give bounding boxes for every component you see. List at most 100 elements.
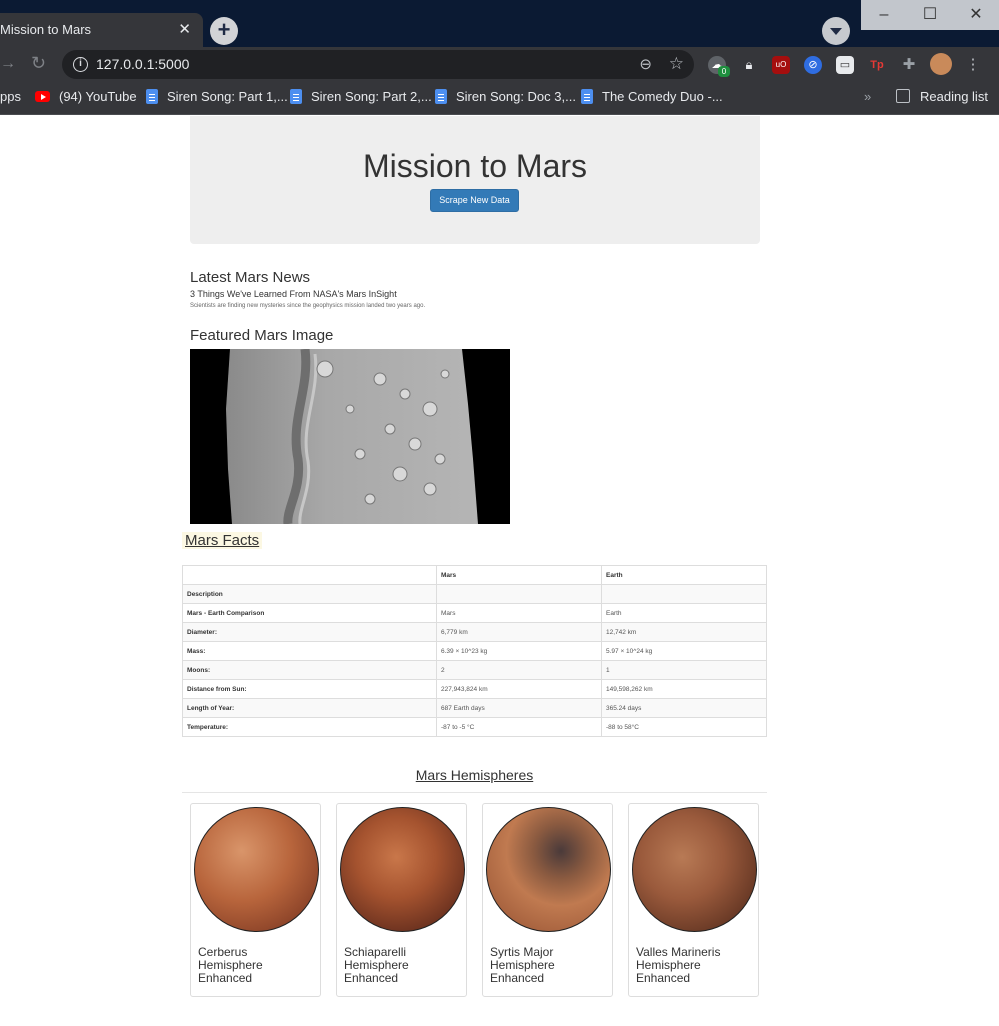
window-close-button[interactable]: ✕ xyxy=(953,0,999,30)
hemisphere-card-schiaparelli[interactable]: Schiaparelli Hemisphere Enhanced xyxy=(336,803,467,997)
table-cell: Distance from Sun: xyxy=(182,679,437,699)
table-cell: Mars xyxy=(436,603,602,623)
ublock-icon[interactable]: uO xyxy=(772,56,790,74)
bookmarks-overflow[interactable]: » xyxy=(864,89,871,104)
table-cell: Moons: xyxy=(182,660,437,680)
table-row: Moons: 2 1 xyxy=(182,660,767,680)
table-header: Mars xyxy=(436,565,602,585)
close-icon[interactable]: ✕ xyxy=(178,20,191,38)
youtube-icon xyxy=(35,91,50,102)
news-heading: Latest Mars News xyxy=(190,269,311,286)
table-header-row: Mars Earth xyxy=(182,565,767,585)
table-cell: 2 xyxy=(436,660,602,680)
table-cell: 1 xyxy=(601,660,767,680)
hemisphere-image[interactable] xyxy=(486,807,611,932)
forward-arrow-icon[interactable]: → xyxy=(0,55,16,73)
extension-badge: 0 xyxy=(718,66,730,77)
mars-facts-heading: Mars Facts xyxy=(182,532,263,549)
hemisphere-title: Syrtis Major Hemisphere Enhanced xyxy=(490,945,555,985)
table-row: Distance from Sun: 227,943,824 km 149,598,… xyxy=(182,679,767,699)
doc-icon xyxy=(290,89,302,104)
table-cell: 687 Earth days xyxy=(436,698,602,718)
lock-extension-icon[interactable]: 🔒︎ xyxy=(740,56,758,74)
scrape-button[interactable]: Scrape New Data xyxy=(430,189,519,212)
zoom-icon[interactable]: ⊖ xyxy=(639,55,652,73)
tab-title: Mission to Mars xyxy=(0,22,92,37)
doc-icon xyxy=(581,89,593,104)
hemisphere-card-valles-marineris[interactable]: Valles Marineris Hemisphere Enhanced xyxy=(628,803,759,997)
maximize-button[interactable]: ☐ xyxy=(907,0,953,30)
bookmark-star-icon[interactable]: ☆ xyxy=(669,54,684,74)
table-cell: 227,943,824 km xyxy=(436,679,602,699)
tab-search-icon[interactable] xyxy=(822,17,850,45)
news-title: 3 Things We've Learned From NASA's Mars … xyxy=(190,289,397,299)
extensions-puzzle-icon[interactable]: ✚ xyxy=(900,56,918,74)
table-cell xyxy=(436,584,602,604)
browser-toolbar: → ↻ i 127.0.0.1:5000 ⊖ ☆ ☁ 0 🔒︎ uO ⊘ ▭ T… xyxy=(0,47,999,82)
address-bar[interactable]: i 127.0.0.1:5000 ⊖ ☆ xyxy=(62,50,694,79)
table-cell: 149,598,262 km xyxy=(601,679,767,699)
table-row: Description xyxy=(182,584,767,604)
table-header: Earth xyxy=(601,565,767,585)
table-cell: Mass: xyxy=(182,641,437,661)
table-row: Mars - Earth Comparison Mars Earth xyxy=(182,603,767,623)
table-cell: Length of Year: xyxy=(182,698,437,718)
screen-extension-icon[interactable]: ▭ xyxy=(836,56,854,74)
doc-icon xyxy=(146,89,158,104)
tab-mission-to-mars[interactable]: Mission to Mars ✕ xyxy=(0,13,203,47)
mars-facts-table: Mars Earth Description Mars - Earth Comp… xyxy=(182,565,767,737)
table-header xyxy=(182,565,437,585)
hemisphere-title: Cerberus Hemisphere Enhanced xyxy=(198,945,263,985)
bookmark-siren-song-1[interactable]: Siren Song: Part 1,... xyxy=(146,89,288,104)
reading-list-icon xyxy=(896,89,910,103)
table-cell: Description xyxy=(182,584,437,604)
page-content: Mission to Mars Scrape New Data Latest M… xyxy=(0,116,999,1026)
table-cell: -88 to 58°C xyxy=(601,717,767,737)
table-cell: 6.39 × 10^23 kg xyxy=(436,641,602,661)
hemisphere-image[interactable] xyxy=(194,807,319,932)
browser-titlebar: Mission to Mars ✕ + – ☐ ✕ xyxy=(0,0,999,47)
table-cell: Temperature: xyxy=(182,717,437,737)
featured-image-heading: Featured Mars Image xyxy=(190,327,334,344)
bookmark-siren-song-3[interactable]: Siren Song: Doc 3,... xyxy=(435,89,576,104)
table-cell: Mars - Earth Comparison xyxy=(182,603,437,623)
bookmark-apps[interactable]: pps xyxy=(0,89,21,104)
table-cell: -87 to -5 °C xyxy=(436,717,602,737)
table-cell: 365.24 days xyxy=(601,698,767,718)
table-cell: Diameter: xyxy=(182,622,437,642)
minimize-button[interactable]: – xyxy=(861,0,907,30)
new-tab-button[interactable]: + xyxy=(210,17,238,45)
hemisphere-image[interactable] xyxy=(340,807,465,932)
profile-avatar[interactable] xyxy=(930,53,952,75)
tp-extension-icon[interactable]: Tp xyxy=(868,56,886,74)
reading-list[interactable]: Reading list xyxy=(896,89,988,104)
page-title: Mission to Mars xyxy=(362,148,588,184)
table-row: Mass: 6.39 × 10^23 kg 5.97 × 10^24 kg xyxy=(182,641,767,661)
hemisphere-title: Schiaparelli Hemisphere Enhanced xyxy=(344,945,409,985)
table-cell: Earth xyxy=(601,603,767,623)
table-cell xyxy=(601,584,767,604)
featured-mars-image xyxy=(190,349,510,524)
bookmark-youtube[interactable]: (94) YouTube xyxy=(35,89,137,104)
url-text[interactable]: 127.0.0.1:5000 xyxy=(96,56,189,72)
doc-icon xyxy=(435,89,447,104)
bookmark-siren-song-2[interactable]: Siren Song: Part 2,... xyxy=(290,89,432,104)
bookmarks-bar: pps (94) YouTube Siren Song: Part 1,... … xyxy=(0,82,999,115)
reload-icon[interactable]: ↻ xyxy=(31,53,46,74)
news-paragraph: Scientists are finding new mysteries sin… xyxy=(190,303,426,309)
hemisphere-image[interactable] xyxy=(632,807,757,932)
jumbotron: Mission to Mars Scrape New Data xyxy=(190,116,760,244)
table-row: Diameter: 6,779 km 12,742 km xyxy=(182,622,767,642)
bookmark-comedy-duo[interactable]: The Comedy Duo -... xyxy=(581,89,723,104)
table-row: Length of Year: 687 Earth days 365.24 days xyxy=(182,698,767,718)
hemisphere-card-cerberus[interactable]: Cerberus Hemisphere Enhanced xyxy=(190,803,321,997)
menu-dots-icon[interactable]: ⋮ xyxy=(964,56,982,74)
divider xyxy=(182,792,767,793)
hemispheres-heading: Mars Hemispheres xyxy=(415,767,534,783)
table-cell: 12,742 km xyxy=(601,622,767,642)
hemisphere-card-syrtis-major[interactable]: Syrtis Major Hemisphere Enhanced xyxy=(482,803,613,997)
table-cell: 6,779 km xyxy=(436,622,602,642)
table-cell: 5.97 × 10^24 kg xyxy=(601,641,767,661)
info-icon[interactable]: i xyxy=(73,57,88,72)
blocker-icon[interactable]: ⊘ xyxy=(804,56,822,74)
